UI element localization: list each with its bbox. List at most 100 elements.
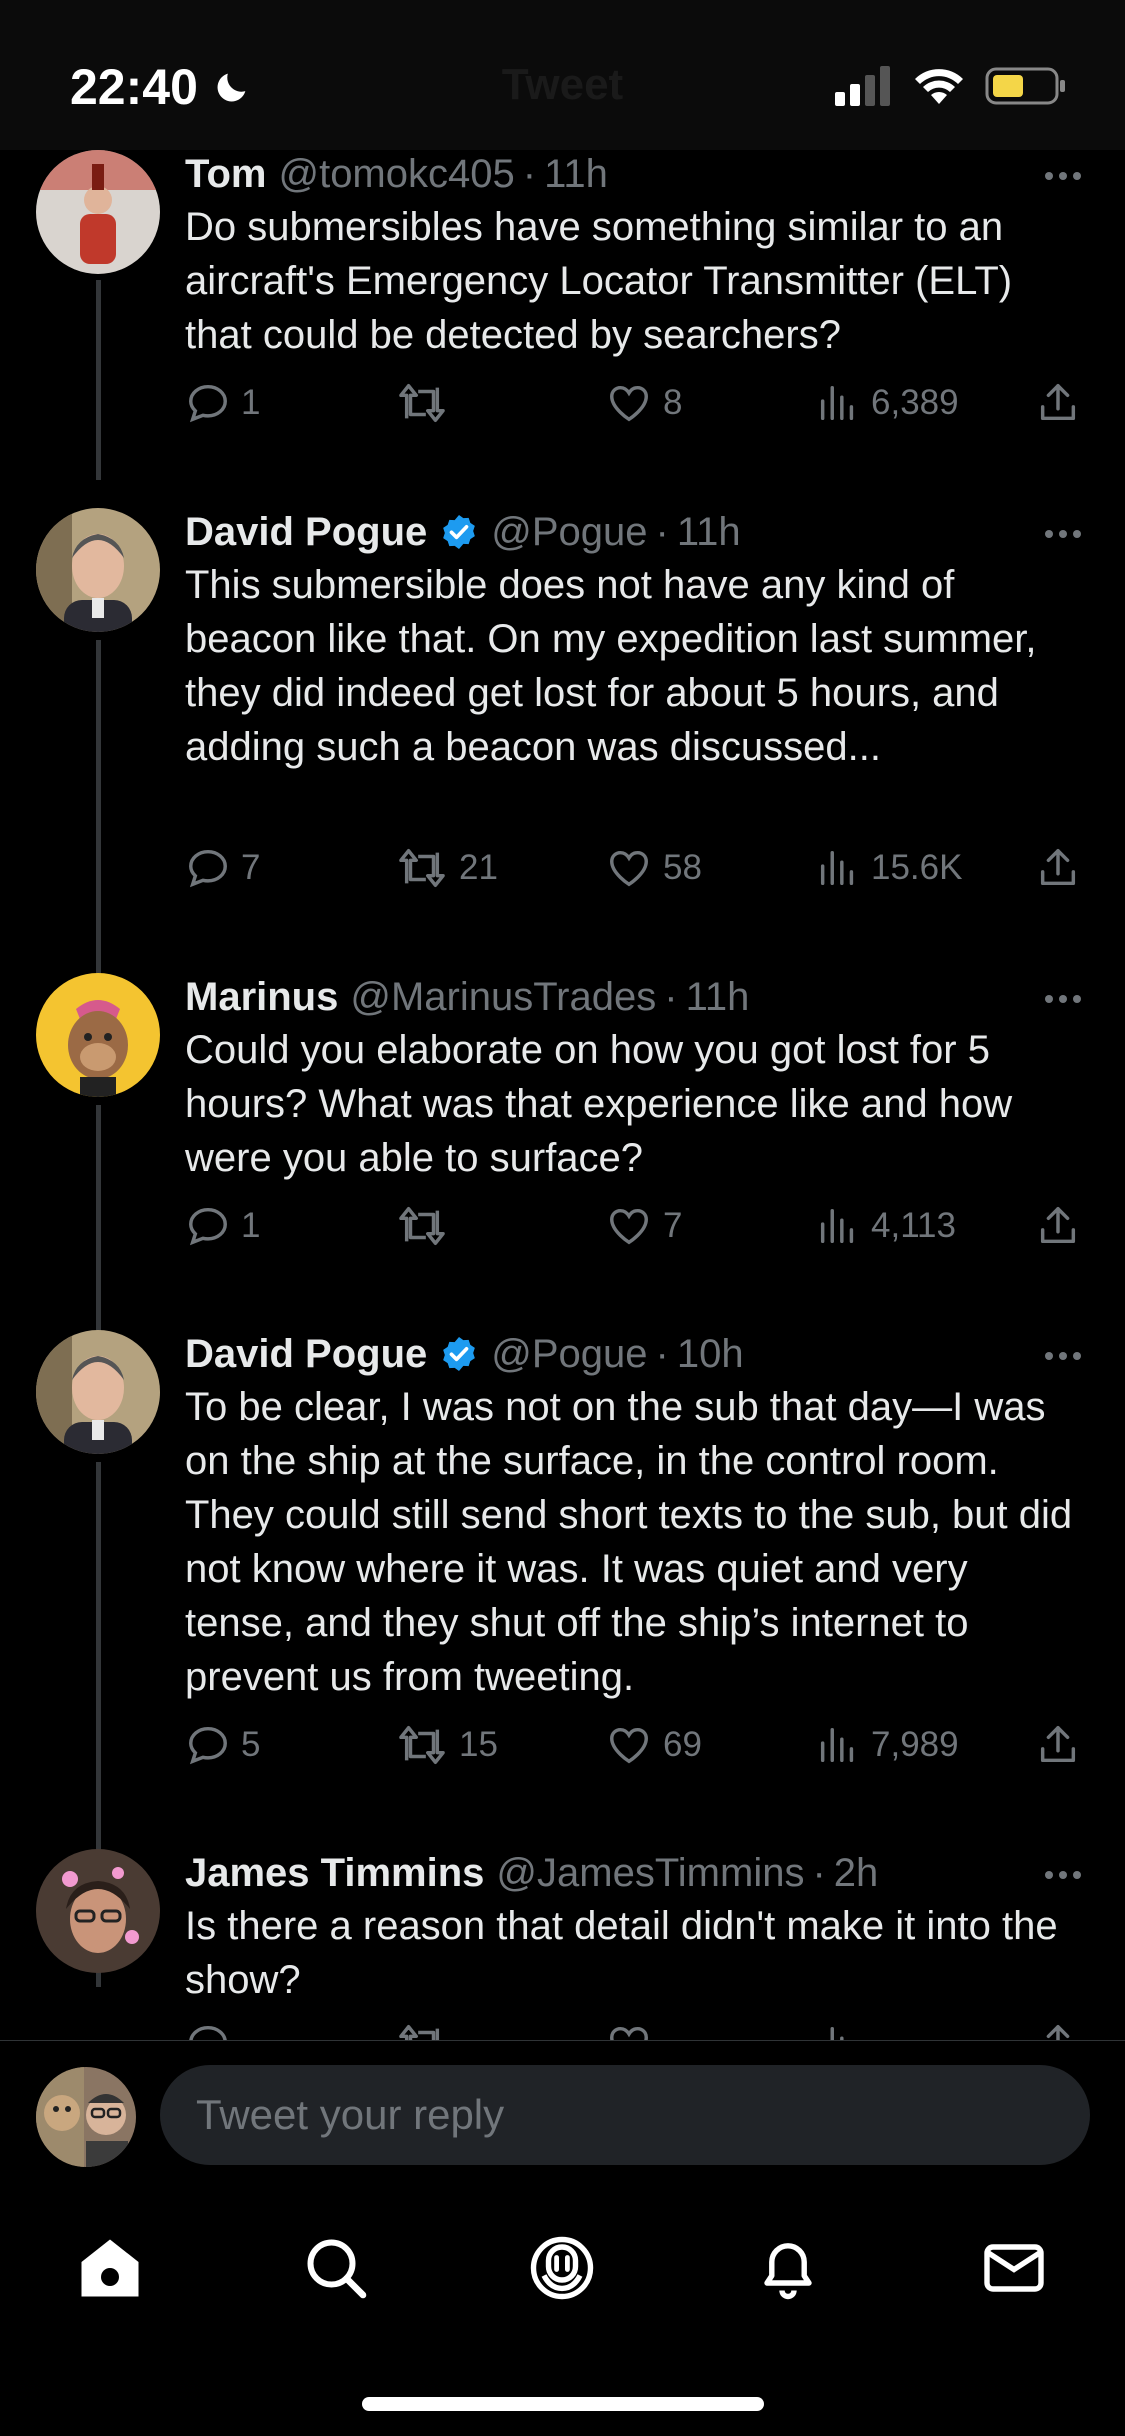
views-button[interactable]: 4,113	[815, 1203, 956, 1249]
like-button[interactable]: 69	[605, 1722, 702, 1768]
separator: ·	[522, 152, 537, 196]
share-icon	[1040, 1207, 1076, 1244]
tab-search[interactable]	[296, 2228, 376, 2308]
author-handle[interactable]: @MarinusTrades	[350, 973, 656, 1021]
avatar[interactable]	[36, 973, 160, 1097]
my-avatar[interactable]	[36, 2067, 136, 2167]
timestamp[interactable]: 11h	[677, 508, 741, 556]
like-button[interactable]	[605, 2021, 653, 2040]
author-name[interactable]: Marinus	[185, 973, 338, 1021]
author-name[interactable]: Tom	[185, 150, 266, 198]
views-icon	[820, 1208, 854, 1244]
retweet-button[interactable]	[395, 1203, 459, 1249]
views-button[interactable]	[815, 2021, 861, 2040]
like-button[interactable]: 7	[605, 1203, 682, 1249]
timestamp[interactable]: 11h	[686, 973, 750, 1021]
retweet-button[interactable]: 15	[395, 1722, 498, 1768]
like-button[interactable]: 8	[605, 380, 682, 426]
reply-icon	[189, 1207, 227, 1246]
tab-notifications[interactable]	[748, 2228, 828, 2308]
separator: ·	[655, 1332, 669, 1376]
reply-button[interactable]	[185, 2021, 231, 2040]
reply-icon	[189, 384, 227, 423]
reply-composer: Tweet your reply	[0, 2040, 1125, 2191]
reply-button[interactable]: 1	[185, 1203, 260, 1249]
spaces-icon	[530, 2236, 594, 2300]
views-count: 7,989	[871, 1725, 959, 1764]
timestamp[interactable]: 2h	[834, 1849, 879, 1897]
thread-connector	[96, 640, 101, 980]
author-handle[interactable]: @tomokc405	[278, 150, 514, 198]
like-count: 58	[663, 848, 702, 887]
share-button[interactable]	[1035, 2021, 1081, 2040]
retweet-button[interactable]	[395, 2021, 449, 2040]
share-button[interactable]	[1035, 1722, 1081, 1768]
tweet-text: Is there a reason that detail didn't mak…	[185, 1904, 1058, 2002]
share-button[interactable]	[1035, 380, 1081, 426]
timestamp[interactable]: 11h	[544, 150, 608, 198]
search-icon	[307, 2239, 367, 2299]
like-icon	[610, 385, 648, 422]
thread-connector	[96, 1105, 101, 1338]
tab-spaces[interactable]	[522, 2228, 602, 2308]
retweet-button[interactable]	[395, 380, 459, 426]
views-button[interactable]: 15.6K	[815, 845, 962, 891]
views-icon	[820, 850, 854, 886]
status-bar: Tweet 22:40	[0, 0, 1125, 150]
tab-home[interactable]	[70, 2228, 150, 2308]
tweet-header: Marinus @MarinusTrades · 11h	[185, 973, 1085, 1021]
messages-icon	[984, 2244, 1044, 2292]
avatar[interactable]	[36, 150, 160, 274]
more-icon[interactable]	[1041, 1855, 1085, 1895]
avatar[interactable]	[36, 1849, 160, 1973]
tweet-actions: 1 8 6,389	[185, 380, 1085, 430]
avatar[interactable]	[36, 1330, 160, 1454]
reply-button[interactable]: 7	[185, 845, 260, 891]
share-icon	[1040, 849, 1076, 886]
tweet-header: James Timmins @JamesTimmins · 2h	[185, 1849, 1085, 1897]
reply-button[interactable]: 5	[185, 1722, 260, 1768]
like-icon	[610, 850, 648, 887]
home-icon	[81, 2239, 139, 2297]
avatar[interactable]	[36, 508, 160, 632]
like-count: 69	[663, 1725, 702, 1764]
like-icon	[610, 2026, 648, 2040]
retweet-button[interactable]: 21	[395, 845, 498, 891]
author-name[interactable]: David Pogue	[185, 508, 427, 556]
views-button[interactable]: 7,989	[815, 1722, 959, 1768]
retweet-icon	[399, 2025, 440, 2040]
tab-messages[interactable]	[974, 2228, 1054, 2308]
home-indicator[interactable]	[362, 2397, 764, 2411]
like-button[interactable]: 58	[605, 845, 702, 891]
battery-icon	[985, 67, 1065, 105]
like-icon	[610, 1208, 648, 1245]
more-icon[interactable]	[1041, 1336, 1085, 1376]
reply-count: 1	[241, 1206, 261, 1245]
author-name[interactable]: James Timmins	[185, 1849, 484, 1897]
like-count: 8	[663, 383, 683, 422]
author-handle[interactable]: @Pogue	[491, 1330, 647, 1378]
share-button[interactable]	[1035, 1203, 1081, 1249]
views-button[interactable]: 6,389	[815, 380, 959, 426]
timestamp[interactable]: 10h	[677, 1330, 744, 1378]
author-name[interactable]: David Pogue	[185, 1330, 427, 1378]
author-handle[interactable]: @Pogue	[491, 508, 647, 556]
reply-icon	[189, 2025, 227, 2040]
reply-input[interactable]: Tweet your reply	[160, 2065, 1090, 2165]
separator: ·	[664, 975, 678, 1019]
reply-button[interactable]: 1	[185, 380, 260, 426]
wifi-icon	[915, 69, 963, 104]
author-handle[interactable]: @JamesTimmins	[496, 1849, 804, 1897]
retweet-icon	[399, 1726, 445, 1764]
views-icon	[830, 2026, 844, 2040]
more-icon[interactable]	[1041, 156, 1085, 196]
tweet-header: David Pogue @Pogue · 10h	[185, 1330, 1085, 1378]
more-icon[interactable]	[1041, 979, 1085, 1019]
reply-count: 5	[241, 1725, 261, 1764]
status-time: 22:40	[70, 58, 252, 116]
share-button[interactable]	[1035, 845, 1081, 891]
views-icon	[820, 1727, 854, 1763]
retweet-icon	[399, 849, 445, 887]
more-icon[interactable]	[1041, 514, 1085, 554]
like-icon	[610, 1727, 648, 1764]
